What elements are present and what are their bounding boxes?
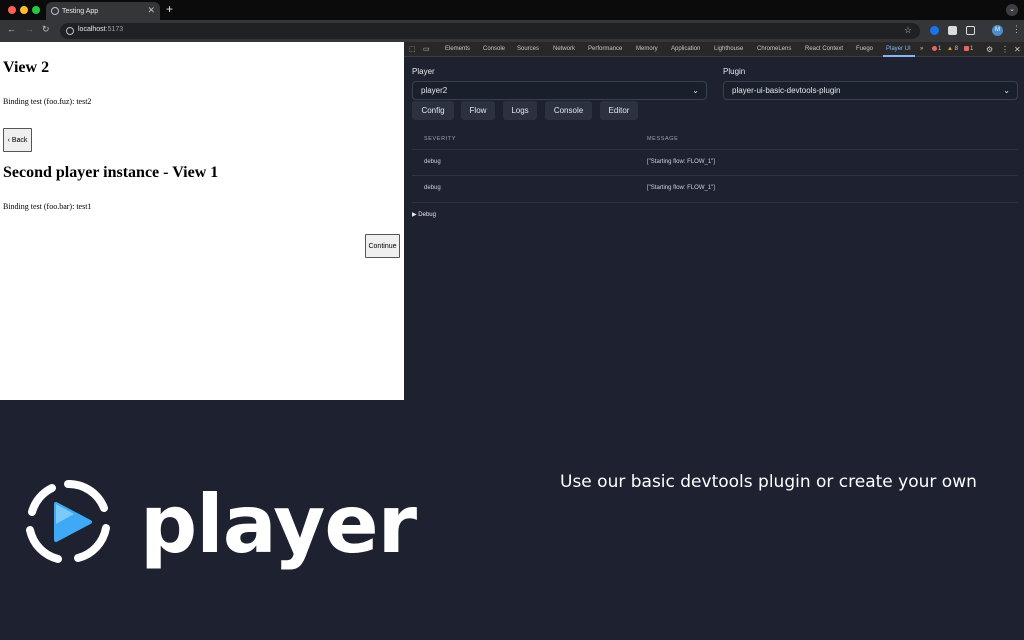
tab-title: Testing App [62, 7, 99, 15]
config-button[interactable]: Config [412, 101, 454, 120]
browser-toolbar: ← → ↻ localhost:5173 ☆ M ⋮ [0, 20, 1024, 42]
devtools-panel: ⬚ ▭ Elements Console Sources Network Per… [404, 42, 1024, 400]
web-page: View 2 Binding test (foo.fuz): test2 ‹ B… [0, 42, 404, 400]
active-tab-indicator [883, 55, 915, 57]
tab-network[interactable]: Network [553, 46, 575, 52]
view2-binding-text: Binding test (foo.fuz): test2 [3, 97, 92, 106]
more-tabs-icon[interactable]: » [920, 46, 923, 52]
tab-console[interactable]: Console [483, 46, 505, 52]
back-arrow-icon[interactable]: ← [7, 24, 16, 34]
globe-icon [51, 7, 59, 15]
zoom-window-button[interactable] [32, 6, 40, 14]
extension-icon[interactable] [948, 26, 957, 35]
issues-count-badge[interactable]: 1 [964, 46, 973, 52]
table-divider [412, 149, 1018, 150]
message-cell: ["Starting flow: FLOW_1"] [647, 185, 715, 191]
reload-icon[interactable]: ↻ [42, 24, 50, 35]
message-cell: ["Starting flow: FLOW_1"] [647, 159, 715, 165]
tab-memory[interactable]: Memory [636, 46, 658, 52]
minimize-window-button[interactable] [20, 6, 28, 14]
browser-tab[interactable]: Testing App ✕ [46, 2, 160, 20]
tab-lighthouse[interactable]: Lighthouse [714, 46, 743, 52]
player-select-value: player2 [421, 86, 448, 95]
devtools-tab-strip: ⬚ ▭ Elements Console Sources Network Per… [404, 42, 1024, 57]
player-wordmark: player [140, 478, 417, 571]
tab-react-context[interactable]: React Context [805, 46, 843, 52]
profile-avatar[interactable]: M [992, 25, 1003, 36]
more-menu-icon[interactable]: ⋮ [1012, 24, 1021, 35]
message-column-header: MESSAGE [647, 136, 679, 142]
severity-cell: debug [424, 159, 441, 165]
table-divider [412, 175, 1018, 176]
settings-gear-icon[interactable]: ⚙ [986, 45, 993, 54]
site-info-icon[interactable] [66, 27, 74, 35]
tab-search-icon[interactable]: ⌄ [1006, 4, 1018, 16]
bookmark-star-icon[interactable]: ☆ [904, 25, 912, 36]
tagline-text: Use our basic devtools plugin or create … [560, 472, 977, 492]
forward-arrow-icon[interactable]: → [25, 24, 34, 34]
tab-chromelens[interactable]: ChromeLens [757, 46, 791, 52]
instance-heading: Second player instance - View 1 [3, 164, 219, 181]
console-button[interactable]: Console [545, 101, 592, 120]
devtools-more-icon[interactable]: ⋮ [1001, 45, 1009, 54]
warning-icon: ▲ [947, 46, 953, 52]
tab-sources[interactable]: Sources [517, 46, 539, 52]
plugin-select[interactable]: player-ui-basic-devtools-plugin ⌄ [723, 81, 1018, 100]
chevron-down-icon: ⌄ [692, 86, 699, 95]
debug-disclosure-toggle[interactable]: ▶ Debug [412, 211, 436, 218]
editor-button[interactable]: Editor [600, 101, 638, 120]
severity-column-header: SEVERITY [424, 136, 457, 142]
new-tab-button[interactable]: + [166, 2, 173, 16]
plugin-label: Plugin [723, 67, 746, 76]
warning-count-badge[interactable]: ▲ 8 [947, 46, 958, 52]
table-divider [412, 202, 1018, 203]
address-url: localhost:5173 [78, 26, 124, 33]
player-select[interactable]: player2 ⌄ [412, 81, 707, 100]
browser-tab-bar: Testing App ✕ + ⌄ [0, 0, 1024, 20]
player-label: Player [412, 67, 435, 76]
close-icon[interactable]: ✕ [147, 5, 155, 16]
tab-player-ui[interactable]: Player UI [886, 46, 911, 52]
device-toolbar-icon[interactable]: ▭ [423, 45, 430, 53]
close-devtools-icon[interactable]: ✕ [1014, 45, 1021, 54]
puzzle-icon[interactable] [966, 26, 975, 35]
tab-elements[interactable]: Elements [445, 46, 470, 52]
issue-icon [964, 46, 969, 51]
continue-button[interactable]: Continue [365, 234, 400, 258]
close-window-button[interactable] [8, 6, 16, 14]
error-count-badge[interactable]: 1 [932, 46, 941, 52]
screen: Testing App ✕ + ⌄ ← → ↻ localhost:5173 ☆… [0, 0, 1024, 640]
instance-binding-text: Binding test (foo.bar): test1 [3, 202, 92, 211]
plugin-select-value: player-ui-basic-devtools-plugin [732, 86, 841, 95]
address-bar[interactable]: localhost:5173 ☆ [60, 23, 920, 39]
tab-performance[interactable]: Performance [588, 46, 622, 52]
view2-heading: View 2 [3, 59, 50, 76]
inspect-element-icon[interactable]: ⬚ [409, 45, 416, 53]
error-icon [932, 46, 937, 51]
tab-application[interactable]: Application [671, 46, 700, 52]
player-logo-icon [24, 478, 112, 571]
severity-cell: debug [424, 185, 441, 191]
extension-player-icon[interactable] [930, 26, 939, 35]
back-button[interactable]: ‹ Back [3, 128, 32, 152]
logs-button[interactable]: Logs [503, 101, 537, 120]
chevron-down-icon: ⌄ [1003, 86, 1010, 95]
flow-button[interactable]: Flow [461, 101, 495, 120]
tab-fuego[interactable]: Fuego [856, 46, 873, 52]
